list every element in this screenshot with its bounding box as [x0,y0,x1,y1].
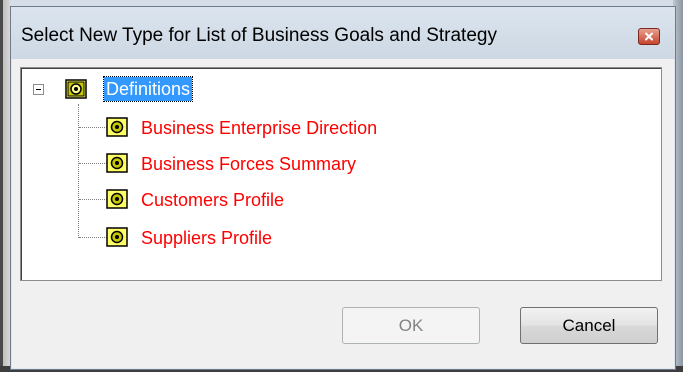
definition-icon [106,153,128,173]
ok-button[interactable]: OK [342,307,480,344]
tree-item-business-forces-summary[interactable]: Business Forces Summary [141,152,356,176]
tree-connector-vertical [78,104,79,238]
tree-item-suppliers-profile[interactable]: Suppliers Profile [141,226,272,250]
tree-item-business-enterprise-direction[interactable]: Business Enterprise Direction [141,116,377,140]
dialog-title: Select New Type for List of Business Goa… [21,25,497,46]
definition-icon [106,117,128,137]
background-window-edge-left [0,0,10,372]
tree-item-customers-profile[interactable]: Customers Profile [141,188,284,212]
tree-connector [79,199,107,200]
tree-connector [79,163,107,164]
type-tree-view[interactable]: Definitions Business Enterprise Directio… [20,67,662,281]
folder-definition-icon [65,79,87,99]
cancel-button[interactable]: Cancel [520,307,658,344]
dialog-titlebar[interactable]: Select New Type for List of Business Goa… [11,7,675,59]
dialog-client-area: Definitions Business Enterprise Directio… [18,59,668,363]
collapse-toggle[interactable] [33,84,44,95]
tree-root-definitions[interactable]: Definitions [102,76,194,102]
close-icon [645,32,653,41]
close-button[interactable] [638,28,660,45]
tree-connector [79,237,107,238]
tree-connector [79,127,107,128]
definition-icon [106,189,128,209]
definition-icon [106,227,128,247]
select-type-dialog: Select New Type for List of Business Goa… [10,6,676,370]
